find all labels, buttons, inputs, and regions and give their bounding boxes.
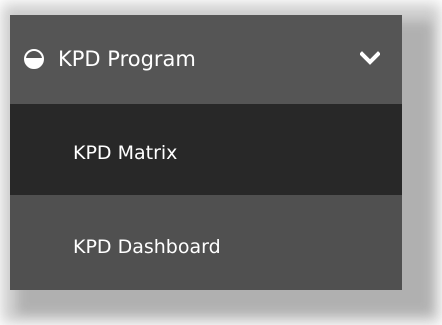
menu-item-kpd-matrix[interactable]: KPD Matrix (10, 104, 402, 195)
chevron-down-icon[interactable] (360, 51, 380, 67)
menu-item-label: KPD Dashboard (73, 236, 221, 258)
sidebar-menu: KPD Program KPD Matrix KPD Dashboard (10, 15, 402, 290)
half-circle-icon (24, 49, 44, 69)
menu-item-kpd-dashboard[interactable]: KPD Dashboard (10, 195, 402, 290)
menu-item-label: KPD Matrix (73, 142, 178, 164)
menu-header-kpd-program[interactable]: KPD Program (10, 15, 402, 104)
menu-header-label: KPD Program (58, 47, 196, 71)
